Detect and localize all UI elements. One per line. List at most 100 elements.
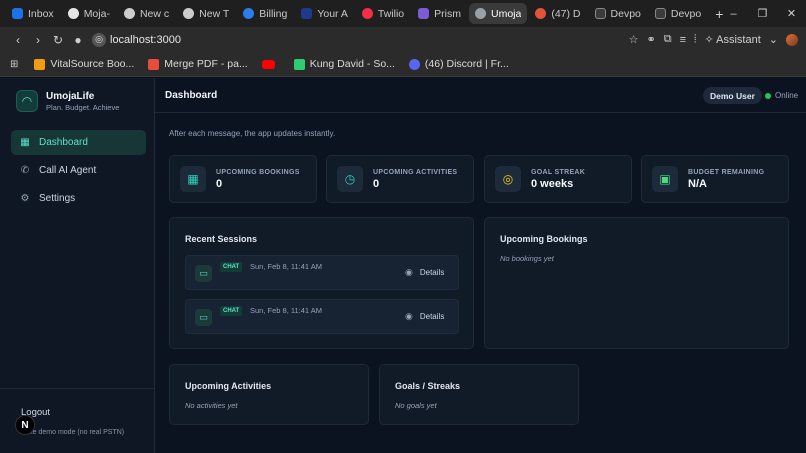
online-dot-icon [765, 92, 771, 99]
stat-card-goal-streak: ◎ GOAL STREAK 0 weeks [484, 155, 632, 203]
profile-avatar[interactable] [786, 33, 798, 46]
empty-state: No goals yet [395, 401, 437, 410]
reload-icon[interactable]: ↻ [48, 33, 68, 47]
browser-tab[interactable]: Twilio [356, 3, 410, 24]
browser-tab[interactable]: Devpo [649, 3, 707, 24]
details-button[interactable]: ◉ Details [405, 311, 444, 322]
browser-tab[interactable]: Inbox [6, 3, 60, 24]
app-root: ◠ UmojaLife Plan. Budget. Achieve ▦ Dash… [0, 78, 806, 453]
stat-value: 0 [216, 177, 223, 190]
card-title: Upcoming Bookings [500, 234, 588, 244]
tab-favicon-icon [654, 8, 666, 19]
window-controls: – ❐ ✕ [719, 0, 806, 27]
bookmark-star-icon[interactable]: ☆ [629, 33, 639, 46]
apps-grid-icon[interactable]: ⊞ [10, 59, 18, 70]
browser-tab[interactable]: New T [177, 3, 235, 24]
session-item[interactable]: ▭ CHAT Sun, Feb 8, 11:41 AM ◉ Details [185, 299, 459, 334]
tab-favicon-icon [418, 8, 430, 19]
details-button[interactable]: ◉ Details [405, 267, 444, 278]
browser-tab[interactable]: Moja- [62, 3, 116, 24]
recent-sessions-card: Recent Sessions ▭ CHAT Sun, Feb 8, 11:41… [169, 217, 474, 349]
back-icon[interactable]: ‹ [8, 33, 28, 47]
microphone-icon[interactable]: ● [68, 33, 88, 47]
sidebar: ◠ UmojaLife Plan. Budget. Achieve ▦ Dash… [0, 78, 155, 453]
goals-card: Goals / Streaks No goals yet [379, 364, 579, 425]
bookmark-favicon-icon [148, 58, 160, 70]
tab-favicon-icon [594, 8, 606, 19]
bookmark-favicon-icon [34, 58, 46, 70]
wallet-icon: ▣ [652, 166, 678, 192]
eye-icon: ◉ [405, 267, 413, 277]
topbar: Dashboard Demo User Online [155, 78, 806, 113]
brand: ◠ UmojaLife Plan. Budget. Achieve [0, 78, 154, 112]
stat-card-budget: ▣ BUDGET REMAINING N/A [641, 155, 789, 203]
restore-button[interactable]: ❐ [748, 7, 777, 20]
browser-tab[interactable]: Prism [412, 3, 467, 24]
bookmark-item[interactable]: VitalSource Boo... [34, 58, 134, 70]
browser-tab-active[interactable]: Umoja [468, 3, 528, 24]
gear-icon: ⚙ [20, 193, 30, 204]
close-window-button[interactable]: ✕ [777, 7, 806, 20]
bookmark-favicon-icon [293, 58, 305, 70]
browser-tab[interactable]: Devpo [589, 3, 647, 24]
session-time: Sun, Feb 8, 11:41 AM [250, 262, 322, 271]
discord-icon [408, 58, 420, 70]
stat-label: GOAL STREAK [531, 168, 586, 176]
empty-state: No bookings yet [500, 254, 554, 263]
browser-tab[interactable]: Your A [295, 3, 354, 24]
sidebar-item-label: Settings [39, 193, 76, 204]
card-title: Goals / Streaks [395, 381, 461, 391]
empty-state: No activities yet [185, 401, 238, 410]
sidebar-item-dashboard[interactable]: ▦ Dashboard [11, 130, 146, 155]
tab-favicon-icon [361, 8, 373, 19]
audio-wave-icon[interactable]: ⦙ [694, 33, 696, 46]
link-icon[interactable]: ⚭ [647, 33, 656, 46]
session-item[interactable]: ▭ CHAT Sun, Feb 8, 11:41 AM ◉ Details [185, 255, 459, 290]
update-hint: After each message, the app updates inst… [169, 129, 336, 138]
stat-card-bookings: ▦ UPCOMING BOOKINGS 0 [169, 155, 317, 203]
toolbar-actions: ☆ ⚭ ⧉ ≡ ⦙ ✧ Assistant ⌄ [629, 27, 798, 52]
demo-mode-note: Fake demo mode (no real PSTN) [21, 429, 125, 436]
bookmark-item[interactable]: Kung David - So... [293, 58, 395, 70]
youtube-icon [261, 59, 275, 69]
tab-favicon-icon [183, 8, 195, 19]
tab-favicon-icon [12, 8, 23, 19]
user-chip[interactable]: Demo User [703, 87, 762, 104]
grid-icon: ▦ [20, 137, 30, 148]
site-info-icon[interactable]: ◎ [92, 32, 106, 47]
clock-icon: ◷ [337, 166, 363, 192]
session-type-badge: CHAT [220, 262, 243, 272]
stat-value: 0 weeks [531, 177, 574, 190]
nextjs-dev-badge[interactable]: N [15, 415, 35, 435]
tab-favicon-icon [474, 8, 486, 19]
bookmark-item-youtube[interactable] [261, 59, 280, 69]
bookmarks-bar: ⊞ VitalSource Boo... Merge PDF - pa... K… [0, 52, 806, 77]
stat-label: UPCOMING ACTIVITIES [373, 168, 458, 176]
brand-name: UmojaLife [46, 90, 95, 102]
menu-lines-icon[interactable]: ≡ [680, 34, 686, 46]
logout-button[interactable]: Logout [21, 407, 155, 418]
sidebar-item-call-ai-agent[interactable]: ✆ Call AI Agent [11, 158, 146, 183]
bookmark-item[interactable]: (46) Discord | Fr... [408, 58, 509, 70]
chat-bubble-icon: ▭ [195, 309, 212, 326]
bookmark-item[interactable]: Merge PDF - pa... [148, 58, 248, 70]
chevron-down-icon[interactable]: ⌄ [769, 33, 778, 46]
browser-tab[interactable]: (47) D [529, 3, 586, 24]
sidebar-item-label: Dashboard [39, 137, 88, 148]
assistant-button[interactable]: ✧ Assistant [704, 33, 760, 46]
session-time: Sun, Feb 8, 11:41 AM [250, 306, 322, 315]
browser-tab[interactable]: New c [118, 3, 175, 24]
card-title: Recent Sessions [185, 234, 258, 244]
forward-icon[interactable]: › [28, 33, 48, 47]
minimize-button[interactable]: – [719, 8, 748, 20]
tab-favicon-icon [67, 8, 79, 19]
browser-tab[interactable]: Billing [237, 3, 293, 24]
stat-card-activities: ◷ UPCOMING ACTIVITIES 0 [326, 155, 474, 203]
upcoming-bookings-card: Upcoming Bookings No bookings yet [484, 217, 789, 349]
target-icon: ◎ [495, 166, 521, 192]
browser-tab-bar: Inbox Moja- New c New T Billing Your A T… [0, 0, 806, 27]
sidebar-item-settings[interactable]: ⚙ Settings [11, 186, 146, 211]
eye-icon: ◉ [405, 311, 413, 321]
tab-favicon-icon [243, 8, 255, 19]
extensions-icon[interactable]: ⧉ [664, 33, 672, 46]
